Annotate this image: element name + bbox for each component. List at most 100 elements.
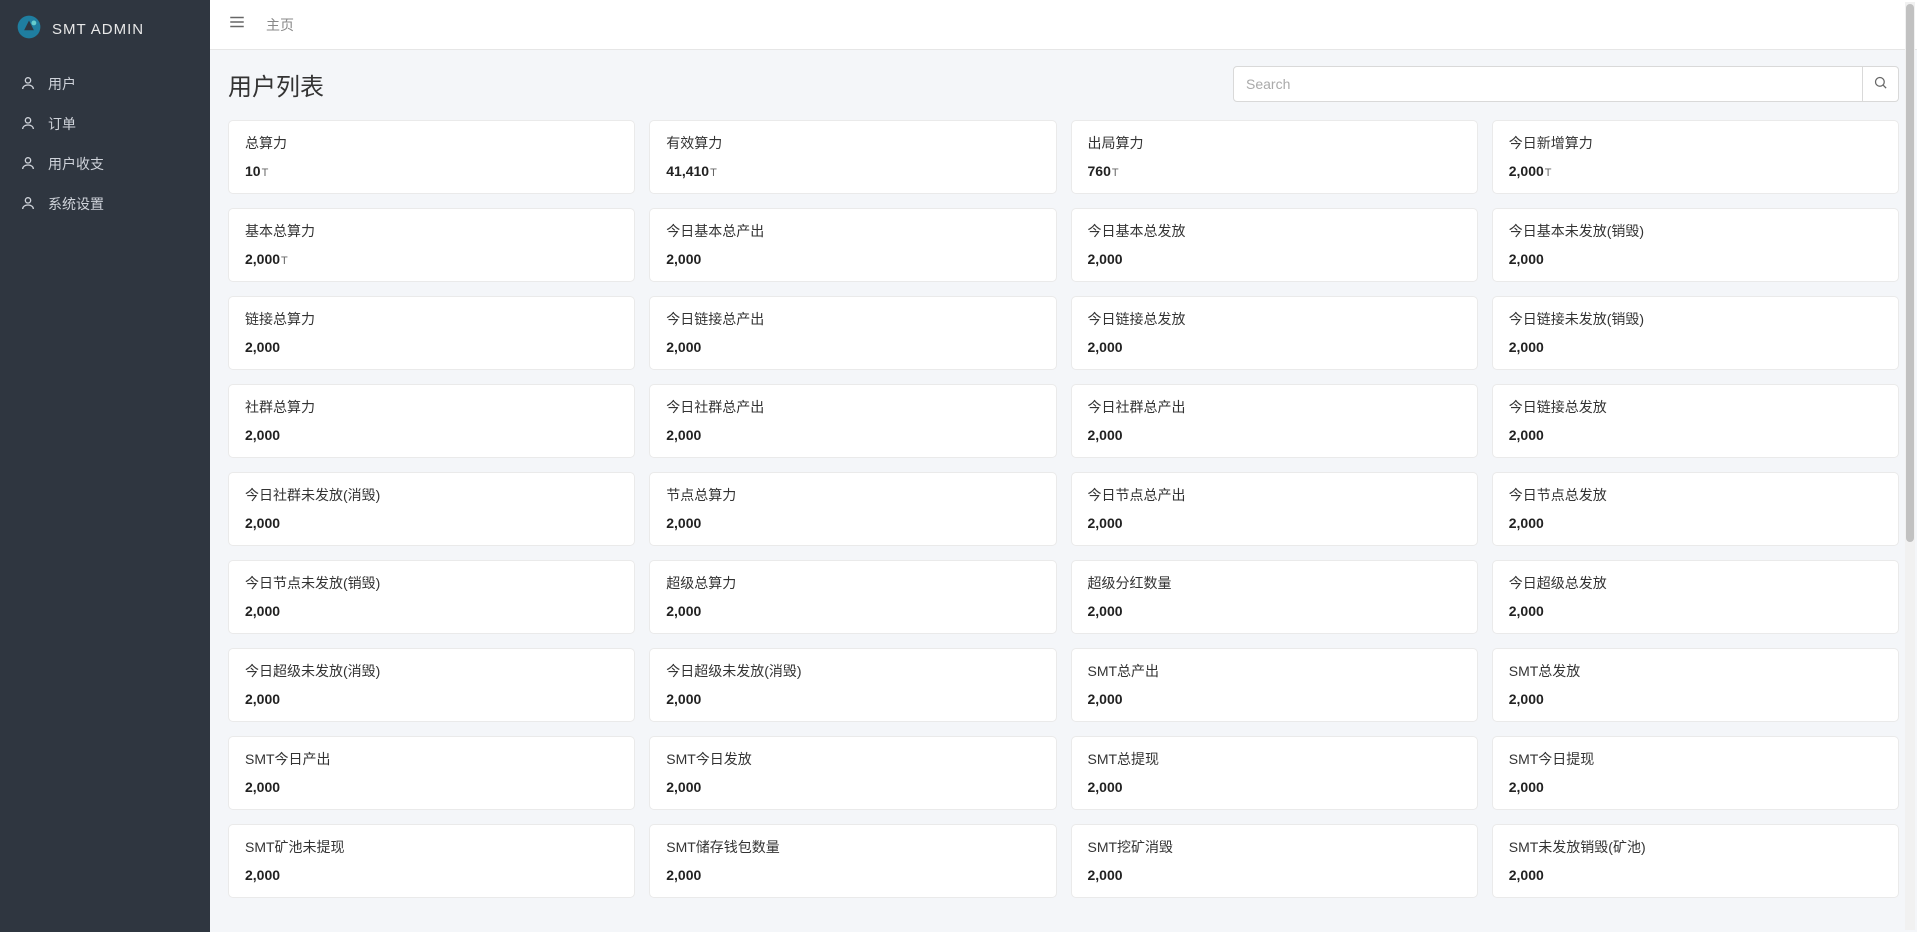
stat-card: SMT总产出 2,000 [1071, 648, 1478, 722]
stat-value: 2,000 [245, 603, 618, 619]
stat-label: 今日链接未发放(销毁) [1509, 309, 1882, 329]
stat-value: 2,000 [1509, 515, 1882, 531]
stat-value: 2,000 [1509, 603, 1882, 619]
content: 用户列表 总算力10T有效算力41,410T出局算力760T今日新增算力2,00… [210, 50, 1917, 914]
search-icon [1873, 75, 1888, 93]
stat-value: 2,000 [245, 779, 618, 795]
sidebar-item-2[interactable]: 用户收支 [0, 144, 210, 184]
stat-label: 今日链接总发放 [1509, 397, 1882, 417]
stat-value: 2,000 [666, 515, 1039, 531]
sidebar-item-label: 系统设置 [48, 194, 104, 214]
breadcrumb[interactable]: 主页 [266, 15, 294, 35]
stat-label: SMT总提现 [1088, 749, 1461, 769]
stat-card: 今日节点未发放(销毁)2,000 [228, 560, 635, 634]
stat-card: 今日超级未发放(消毁)2,000 [228, 648, 635, 722]
stat-card: SMT今日发放 2,000 [649, 736, 1056, 810]
sidebar-item-3[interactable]: 系统设置 [0, 184, 210, 224]
stat-label: 今日基本未发放(销毁) [1509, 221, 1882, 241]
scrollbar-vertical[interactable] [1905, 2, 1915, 930]
menu-toggle-button[interactable] [228, 13, 246, 36]
stat-value: 2,000 [666, 339, 1039, 355]
stat-value: 2,000 [1509, 691, 1882, 707]
user-icon [20, 75, 36, 94]
stat-label: 社群总算力 [245, 397, 618, 417]
stat-value: 2,000 [666, 427, 1039, 443]
stat-card: SMT总提现 2,000 [1071, 736, 1478, 810]
stat-value: 2,000 [1088, 779, 1461, 795]
user-icon [20, 115, 36, 134]
stat-label: 今日超级未发放(消毁) [666, 661, 1039, 681]
stat-value: 2,000 [1509, 339, 1882, 355]
stat-value: 2,000 [245, 515, 618, 531]
scrollbar-thumb[interactable] [1906, 4, 1914, 542]
user-icon [20, 195, 36, 214]
stat-value: 2,000 [1088, 251, 1461, 267]
stat-value: 2,000 [666, 691, 1039, 707]
stat-label: 链接总算力 [245, 309, 618, 329]
stat-label: 节点总算力 [666, 485, 1039, 505]
search-button[interactable] [1863, 66, 1899, 102]
stat-cards-grid: 总算力10T有效算力41,410T出局算力760T今日新增算力2,000T基本总… [228, 120, 1899, 898]
stat-label: 总算力 [245, 133, 618, 153]
stat-label: 今日节点总产出 [1088, 485, 1461, 505]
sidebar-item-label: 用户收支 [48, 154, 104, 174]
stat-card: 今日社群总产出 2,000 [649, 384, 1056, 458]
stat-card: 今日超级未发放(消毁) 2,000 [649, 648, 1056, 722]
stat-value: 2,000T [245, 251, 618, 267]
stat-card: 今日社群未发放(消毁)2,000 [228, 472, 635, 546]
stat-label: SMT未发放销毁(矿池) [1509, 837, 1882, 857]
stat-card: 节点总算力 2,000 [649, 472, 1056, 546]
stat-label: 超级总算力 [666, 573, 1039, 593]
stat-card: 今日新增算力 2,000T [1492, 120, 1899, 194]
stat-value: 2,000 [1088, 691, 1461, 707]
stat-card: SMT挖矿消毁 2,000 [1071, 824, 1478, 898]
stat-label: 出局算力 [1088, 133, 1461, 153]
stat-card: 有效算力41,410T [649, 120, 1056, 194]
stat-value: 2,000 [245, 427, 618, 443]
sidebar-item-0[interactable]: 用户 [0, 64, 210, 104]
stat-card: 今日超级总发放 2,000 [1492, 560, 1899, 634]
stat-card: 今日节点总产出2,000 [1071, 472, 1478, 546]
stat-card: 今日社群总产出2,000 [1071, 384, 1478, 458]
stat-label: SMT总产出 [1088, 661, 1461, 681]
stat-value: 2,000 [666, 603, 1039, 619]
stat-card: SMT未发放销毁(矿池)2,000 [1492, 824, 1899, 898]
stat-label: 今日超级未发放(消毁) [245, 661, 618, 681]
stat-card: 超级分红数量2,000 [1071, 560, 1478, 634]
stat-card: SMT矿池未提现2,000 [228, 824, 635, 898]
stat-label: SMT储存钱包数量 [666, 837, 1039, 857]
sidebar-item-1[interactable]: 订单 [0, 104, 210, 144]
stat-value: 2,000 [1509, 251, 1882, 267]
stat-card: SMT今日产出2,000 [228, 736, 635, 810]
stat-label: SMT今日发放 [666, 749, 1039, 769]
stat-label: 有效算力 [666, 133, 1039, 153]
stat-label: SMT挖矿消毁 [1088, 837, 1461, 857]
stat-value: 2,000 [666, 867, 1039, 883]
stat-card: 今日链接总发放2,000 [1492, 384, 1899, 458]
stat-card: 今日基本未发放(销毁) 2,000 [1492, 208, 1899, 282]
stat-value: 2,000T [1509, 163, 1882, 179]
stat-value: 2,000 [1088, 339, 1461, 355]
stat-card: 链接总算力 2,000 [228, 296, 635, 370]
stat-label: 今日超级总发放 [1509, 573, 1882, 593]
stat-value: 2,000 [666, 779, 1039, 795]
stat-label: 今日社群总产出 [1088, 397, 1461, 417]
stat-label: 今日链接总发放 [1088, 309, 1461, 329]
stat-card: 今日基本总发放 2,000 [1071, 208, 1478, 282]
stat-label: 今日链接总产出 [666, 309, 1039, 329]
stat-card: SMT储存钱包数量 2,000 [649, 824, 1056, 898]
stat-value: 2,000 [245, 339, 618, 355]
stat-label: 今日基本总发放 [1088, 221, 1461, 241]
stat-value: 2,000 [1088, 867, 1461, 883]
search-input[interactable] [1233, 66, 1863, 102]
stat-card: 今日链接总产出 2,000 [649, 296, 1056, 370]
sidebar-item-label: 用户 [48, 74, 76, 94]
stat-label: 今日基本总产出 [666, 221, 1039, 241]
stat-card: 今日基本总产出 2,000 [649, 208, 1056, 282]
page-title: 用户列表 [228, 67, 324, 102]
stat-label: 今日新增算力 [1509, 133, 1882, 153]
stat-card: 出局算力760T [1071, 120, 1478, 194]
stat-value: 2,000 [666, 251, 1039, 267]
stat-card: 社群总算力 2,000 [228, 384, 635, 458]
stat-label: 今日社群总产出 [666, 397, 1039, 417]
